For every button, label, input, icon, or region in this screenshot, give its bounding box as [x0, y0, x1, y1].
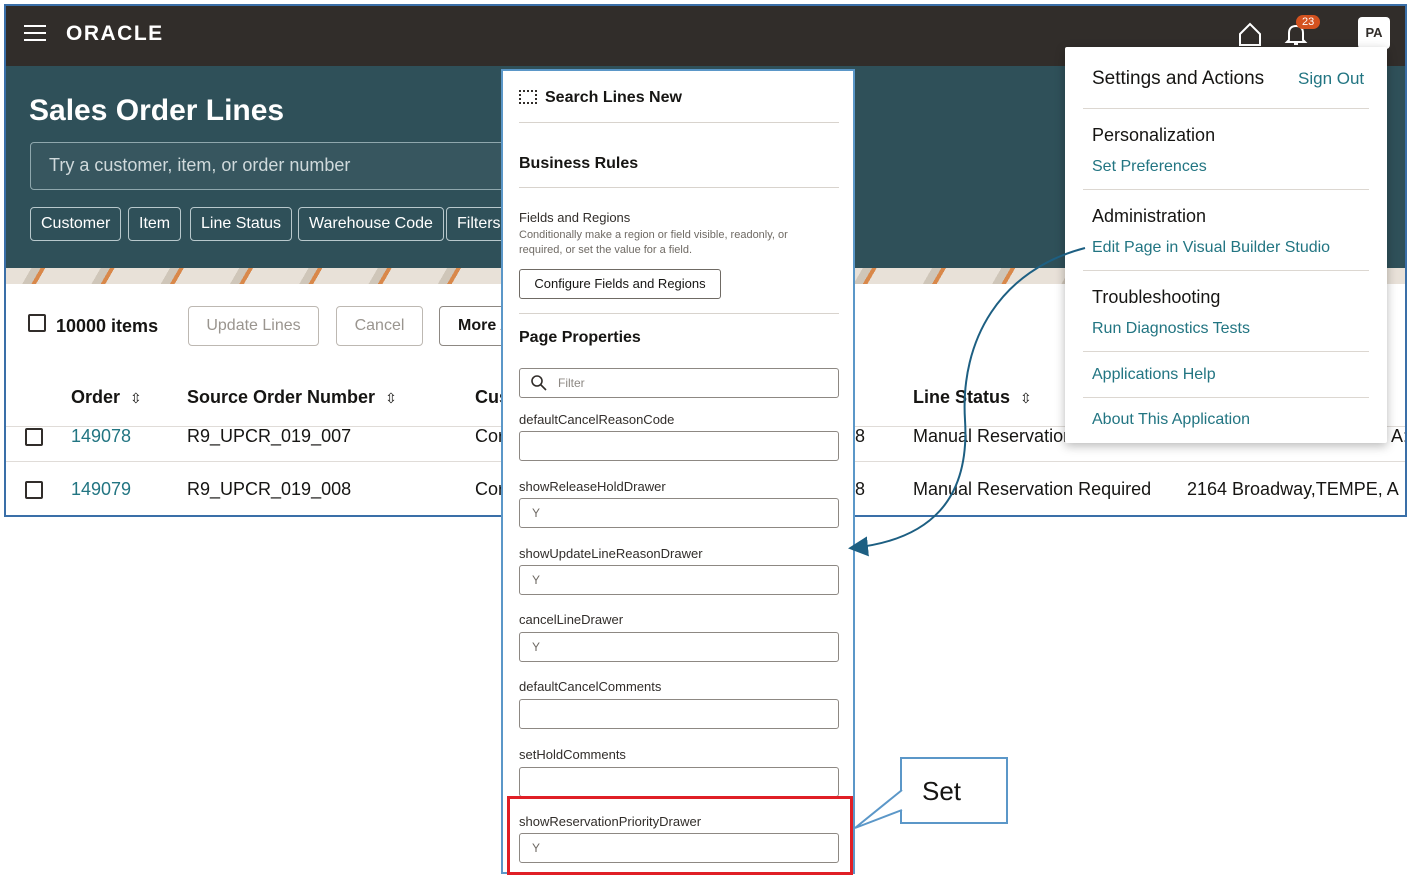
source-order-number: R9_UPCR_019_008: [187, 479, 352, 499]
personalization-heading: Personalization: [1092, 125, 1216, 145]
customer-cell: Cor: [475, 479, 505, 499]
menu-divider: [1083, 108, 1369, 109]
property-input-default-cancel-reason-code[interactable]: [519, 431, 839, 461]
set-callout: Set: [900, 757, 1008, 824]
panel-title: Search Lines New: [519, 89, 682, 107]
search-input[interactable]: Try a customer, item, or order number: [30, 142, 520, 190]
about-this-application-link[interactable]: About This Application: [1092, 411, 1250, 429]
applications-help-link[interactable]: Applications Help: [1092, 366, 1216, 384]
oracle-logo: ORACLE: [66, 22, 164, 45]
edit-page-in-visual-builder-studio-link[interactable]: Edit Page in Visual Builder Studio: [1092, 239, 1330, 257]
menu-divider: [1083, 270, 1369, 271]
sort-icon[interactable]: ⇳: [130, 390, 142, 407]
panel-divider: [519, 187, 839, 188]
property-label-cancel-line-drawer: cancelLineDrawer: [519, 612, 624, 627]
chip-line-status[interactable]: Line Status: [190, 207, 293, 241]
column-source-label: Source Order Number: [187, 387, 376, 407]
property-input-show-release-hold-drawer[interactable]: Y: [519, 498, 839, 528]
address-cell: A:: [1391, 426, 1407, 446]
sort-icon[interactable]: ⇳: [1020, 390, 1032, 407]
callout-pointer: [854, 789, 903, 829]
menu-divider: [1083, 189, 1369, 190]
page-title: Sales Order Lines: [29, 94, 285, 127]
column-line-status[interactable]: Line Status ⇳: [913, 387, 1032, 408]
partial-cell: 8: [855, 426, 866, 446]
row-checkbox[interactable]: [25, 481, 43, 499]
customer-cell: Cor: [475, 426, 505, 446]
property-label-show-update-line-reason-drawer: showUpdateLineReasonDrawer: [519, 546, 703, 561]
panel-title-text: Search Lines New: [545, 89, 682, 106]
menu-divider: [1083, 351, 1369, 352]
business-rules-heading: Business Rules: [519, 155, 639, 172]
address-cell: 2164 Broadway,TEMPE, A: [1187, 479, 1399, 499]
highlight-box: [507, 796, 853, 875]
settings-menu-title: Settings and Actions: [1092, 68, 1265, 89]
order-link[interactable]: 149078: [71, 410, 131, 462]
property-label-set-hold-comments: setHoldComments: [519, 747, 626, 762]
configure-fields-and-regions-button[interactable]: Configure Fields and Regions: [519, 269, 721, 299]
line-status-cell: Manual Reservation: [913, 426, 1074, 446]
fields-and-regions-description: Conditionally make a region or field vis…: [519, 229, 788, 256]
property-label-default-cancel-comments: defaultCancelComments: [519, 679, 662, 694]
property-label-default-cancel-reason-code: defaultCancelReasonCode: [519, 412, 675, 427]
partial-cell: 8: [855, 479, 866, 499]
sort-icon[interactable]: ⇳: [385, 390, 397, 407]
notification-count-badge: 23: [1296, 15, 1321, 29]
panel-divider: [519, 313, 839, 314]
search-icon: [531, 375, 547, 391]
filter-input[interactable]: Filter: [519, 368, 839, 398]
filter-placeholder: Filter: [558, 376, 585, 390]
run-diagnostics-tests-link[interactable]: Run Diagnostics Tests: [1092, 320, 1250, 338]
administration-heading: Administration: [1092, 206, 1207, 226]
page-properties-heading: Page Properties: [519, 329, 641, 346]
page-icon: [519, 90, 537, 104]
set-preferences-link[interactable]: Set Preferences: [1092, 158, 1207, 176]
troubleshooting-heading: Troubleshooting: [1092, 287, 1221, 307]
column-order[interactable]: Order ⇳: [71, 387, 142, 408]
order-link[interactable]: 149079: [71, 463, 131, 515]
select-all-checkbox[interactable]: [28, 314, 46, 332]
menu-divider: [1083, 397, 1369, 398]
property-input-default-cancel-comments[interactable]: [519, 699, 839, 729]
settings-and-actions-menu: Settings and Actions Sign Out Personaliz…: [1065, 47, 1387, 443]
source-order-number: R9_UPCR_019_007: [187, 426, 352, 446]
column-order-label: Order: [71, 387, 121, 407]
chip-item[interactable]: Item: [128, 207, 182, 241]
sign-out-link[interactable]: Sign Out: [1298, 69, 1364, 89]
property-label-show-release-hold-drawer: showReleaseHoldDrawer: [519, 479, 666, 494]
hamburger-menu-icon[interactable]: [24, 25, 46, 43]
cancel-button[interactable]: Cancel: [336, 306, 423, 346]
property-input-set-hold-comments[interactable]: [519, 767, 839, 797]
property-input-cancel-line-drawer[interactable]: Y: [519, 632, 839, 662]
column-line-status-label: Line Status: [913, 387, 1011, 407]
user-avatar[interactable]: PA: [1358, 17, 1390, 49]
chip-warehouse-code[interactable]: Warehouse Code: [298, 207, 444, 241]
property-input-show-update-line-reason-drawer[interactable]: Y: [519, 565, 839, 595]
line-status-cell: Manual Reservation Required: [913, 479, 1152, 499]
panel-divider: [519, 122, 839, 123]
column-source-order-number[interactable]: Source Order Number ⇳: [187, 387, 397, 408]
update-lines-button[interactable]: Update Lines: [188, 306, 319, 346]
row-checkbox[interactable]: [25, 428, 43, 446]
chip-customer[interactable]: Customer: [30, 207, 122, 241]
fields-and-regions-heading: Fields and Regions: [519, 210, 631, 225]
page-properties-panel: Search Lines New Business Rules Fields a…: [501, 69, 855, 874]
home-icon[interactable]: [1237, 21, 1263, 47]
items-count: 10000 items: [56, 316, 159, 336]
